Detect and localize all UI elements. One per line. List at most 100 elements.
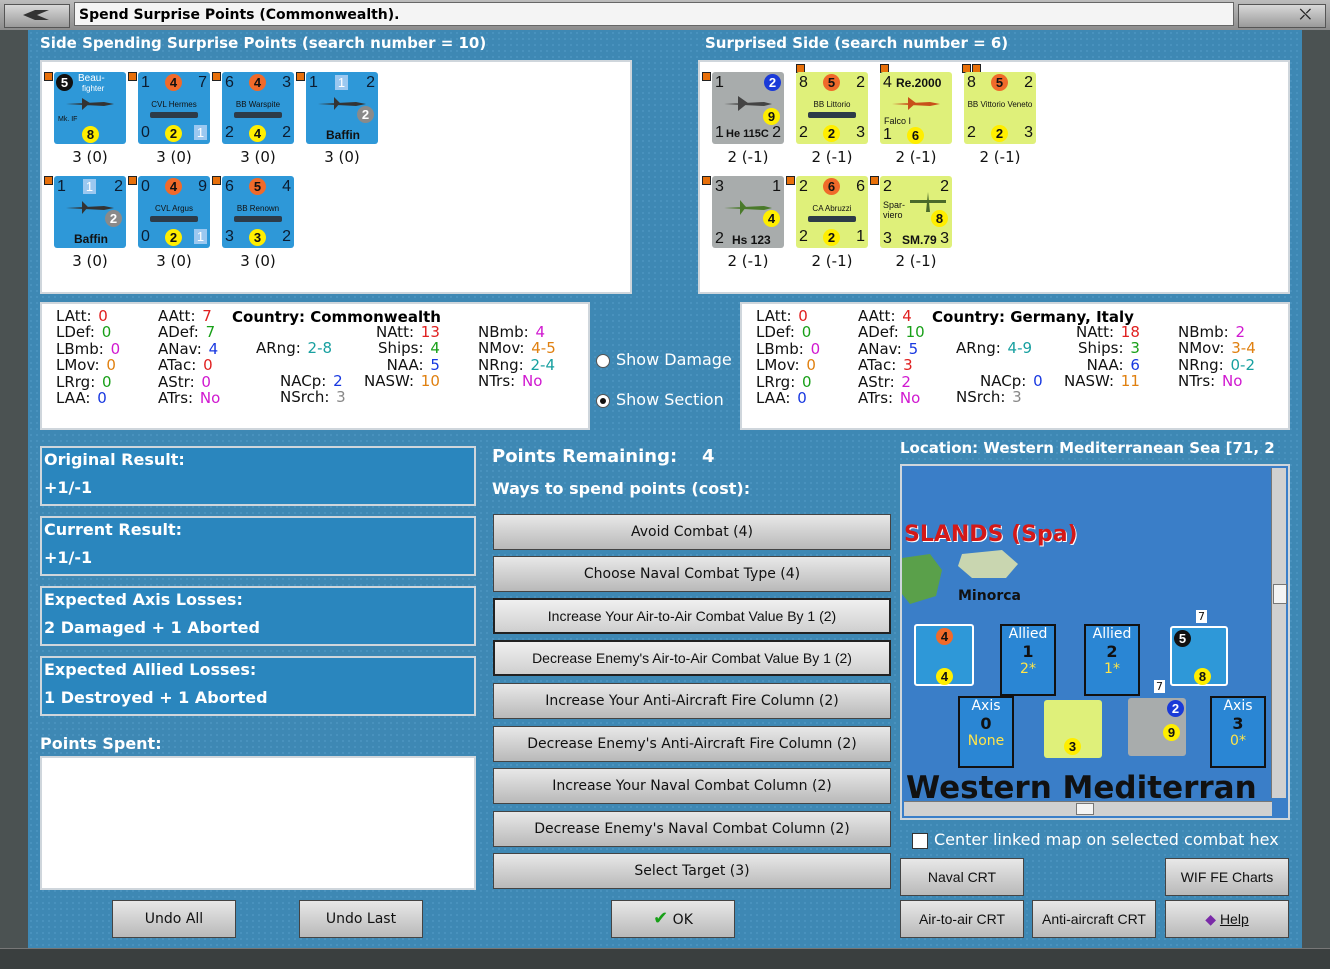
hex-value: 1*	[1104, 661, 1120, 677]
unit-stat: 8	[799, 74, 808, 91]
system-menu-icon	[23, 10, 49, 20]
stat-arng: ARng: 2-8	[256, 339, 333, 357]
unit-counter-ca-abruzzi[interactable]: 2 6 6 CA Abruzzi 2 2 1	[796, 176, 868, 248]
stats-col-naval2: NBmb: 2 NMov: 3-4 NRng: 0-2 NTrs: No	[1178, 324, 1256, 390]
unit-counter-baffin-2[interactable]: 1 1 2 2 Baffin	[54, 176, 126, 248]
avoid-combat-button[interactable]: Avoid Combat (4)	[493, 514, 891, 550]
allied-hex-2[interactable]: Allied 2 1*	[1084, 624, 1140, 696]
unit-counter-sm-79[interactable]: 2 2 Spar- viero 8 3 SM.79 3	[880, 176, 952, 248]
unit-stat: 4	[249, 125, 266, 142]
stats-col-naval: NAtt: 13 Ships: 4 NAA: 5 NASW: 10	[364, 324, 440, 390]
map-vertical-scrollbar[interactable]	[1271, 468, 1287, 798]
allied-hex-1[interactable]: Allied 1 2*	[1000, 624, 1056, 696]
unit-stat: 2	[715, 230, 724, 247]
close-button[interactable]: ⤬	[1238, 4, 1326, 28]
unit-counter-bb-warspite[interactable]: 6 4 3 BB Warspite 2 4 2	[222, 72, 294, 144]
unit-stat: 1	[715, 124, 724, 141]
map-unit-macchi[interactable]: 3	[1044, 700, 1102, 758]
unit-stat: 2	[772, 124, 781, 141]
unit-counter-bb-vittorio-veneto[interactable]: 8 5 2 BB Vittorio Veneto 2 2 3	[964, 72, 1036, 144]
air-to-air-crt-button[interactable]: Air-to-air CRT	[900, 900, 1024, 938]
stat-nacp: NACp: 2	[280, 371, 343, 390]
unit-counter-hs-123[interactable]: 3 1 4 2 Hs 123	[712, 176, 784, 248]
unit-stat: 0	[141, 228, 150, 245]
unit-stat: 6	[856, 178, 865, 195]
unit-counter-re-2000[interactable]: 4 Re.2000 Falco I 1 6	[880, 72, 952, 144]
unit-marker	[44, 72, 53, 81]
unit-stat: 2	[799, 124, 808, 141]
show-damage-label: Show Damage	[616, 350, 732, 369]
unit-counter-he-115c[interactable]: 1 2 9 1 He 115C 2	[712, 72, 784, 144]
unit-stat: 8	[931, 210, 948, 227]
unit-value-label: 3 (0)	[156, 252, 192, 270]
points-spent-list[interactable]	[40, 756, 476, 890]
increase-anti-aircraft-button[interactable]: Increase Your Anti-Aircraft Fire Column …	[493, 683, 891, 719]
unit-counter-baffin[interactable]: 1 1 2 2 Baffin	[306, 72, 378, 144]
stat-arng: ARng: 4-9	[956, 339, 1033, 357]
current-result-box: Current Result: +1/-1	[40, 516, 476, 576]
unit-stat: 1	[194, 125, 207, 140]
unit-stat: 6	[225, 74, 234, 91]
stat-lrrg: LRrg: 0	[56, 372, 112, 391]
stat-aatt: AAtt: 4	[858, 307, 912, 325]
unit-stat: 3	[940, 230, 949, 247]
choose-naval-combat-type-button[interactable]: Choose Naval Combat Type (4)	[493, 556, 891, 592]
unit-counter-cvl-argus[interactable]: 0 4 9 CVL Argus 0 2 1	[138, 176, 210, 248]
unit-counter-beaufighter[interactable]: 5 Beau- fighter Mk. IF 8	[54, 72, 126, 144]
decrease-enemy-air-to-air-button[interactable]: Decrease Enemy's Air-to-Air Combat Value…	[493, 640, 891, 676]
anti-aircraft-crt-button[interactable]: Anti-aircraft CRT	[1032, 900, 1156, 938]
decrease-enemy-naval-combat-button[interactable]: Decrease Enemy's Naval Combat Column (2)	[493, 811, 891, 847]
unit-stat: 2	[967, 124, 976, 141]
show-section-radio[interactable]	[596, 394, 610, 408]
map-unit-bb-stack[interactable]: 4 4	[914, 624, 974, 686]
unit-stat: 1	[715, 74, 724, 91]
unit-counter-bb-renown[interactable]: 6 5 4 BB Renown 3 3 2	[222, 176, 294, 248]
ok-button[interactable]: ✔ OK	[611, 900, 735, 938]
unit-name: Falco I	[884, 116, 912, 126]
map-horizontal-scrollbar[interactable]	[904, 801, 1272, 816]
stat-aatt: AAtt: 7	[158, 307, 212, 325]
unit-stat: 2	[799, 228, 808, 245]
decrease-enemy-anti-aircraft-button[interactable]: Decrease Enemy's Anti-Aircraft Fire Colu…	[493, 726, 891, 762]
stat-naa: NAA: 5	[386, 355, 440, 374]
right-rail	[1302, 30, 1330, 948]
increase-naval-combat-button[interactable]: Increase Your Naval Combat Column (2)	[493, 768, 891, 804]
unit-marker	[702, 176, 711, 185]
unit-stat: 2	[225, 124, 234, 141]
system-menu-button[interactable]	[4, 4, 70, 28]
linked-map[interactable]: SLANDS (Spa) Minorca 4 4 Allied 1 2* All…	[900, 464, 1290, 820]
stat-astr: AStr: 2	[858, 372, 911, 391]
center-linked-map-checkbox[interactable]	[912, 833, 928, 849]
surprised-side-stats: LAtt: 0 LDef: 0 LBmb: 0 LMov: 0 LRrg: 0 …	[740, 302, 1290, 430]
help-button[interactable]: ◆ Help	[1165, 900, 1289, 938]
undo-last-button[interactable]: Undo Last	[299, 900, 423, 938]
unit-stat: 4	[165, 74, 182, 91]
unit-name: BB Renown	[236, 204, 280, 213]
axis-hex-3[interactable]: Axis 3 0*	[1210, 696, 1266, 768]
axis-losses-label: Expected Axis Losses:	[44, 590, 243, 609]
hex-side-label: Allied	[1092, 626, 1132, 642]
unit-name-extra: Spar- viero	[883, 200, 906, 220]
increase-air-to-air-button[interactable]: Increase Your Air-to-Air Combat Value By…	[493, 598, 891, 634]
axis-hex-0[interactable]: Axis 0 None	[958, 696, 1014, 768]
unit-counter-bb-littorio[interactable]: 8 5 2 BB Littorio 2 2 3	[796, 72, 868, 144]
naval-crt-button[interactable]: Naval CRT	[900, 858, 1024, 896]
select-target-button[interactable]: Select Target (3)	[493, 853, 891, 889]
unit-name-top: Re.2000	[896, 76, 942, 90]
unit-counter-cvl-hermes[interactable]: 1 4 7 CVL Hermes 0 2 1	[138, 72, 210, 144]
map-unit-he-115c[interactable]: 2 9	[1128, 698, 1186, 756]
show-damage-radio[interactable]	[596, 354, 610, 368]
spending-units-panel: 5 Beau- fighter Mk. IF 8 3 (0) 1 4 7 CVL…	[40, 60, 632, 294]
original-result-label: Original Result:	[44, 450, 185, 469]
undo-all-button[interactable]: Undo All	[112, 900, 236, 938]
wif-fe-charts-button[interactable]: WIF FE Charts	[1165, 858, 1289, 896]
unit-stat: 2	[991, 125, 1008, 142]
vertical-scroll-thumb[interactable]	[1273, 584, 1287, 604]
map-unit-beaufighter[interactable]: 5 8	[1170, 626, 1228, 686]
ship-icon	[150, 216, 198, 222]
stat-nmov: NMov: 4-5	[478, 339, 556, 358]
stat-nrng: NRng: 2-4	[478, 355, 556, 374]
unit-stat: 1	[856, 228, 865, 245]
close-icon: ⤬	[1299, 7, 1311, 23]
horizontal-scroll-thumb[interactable]	[1076, 803, 1094, 815]
